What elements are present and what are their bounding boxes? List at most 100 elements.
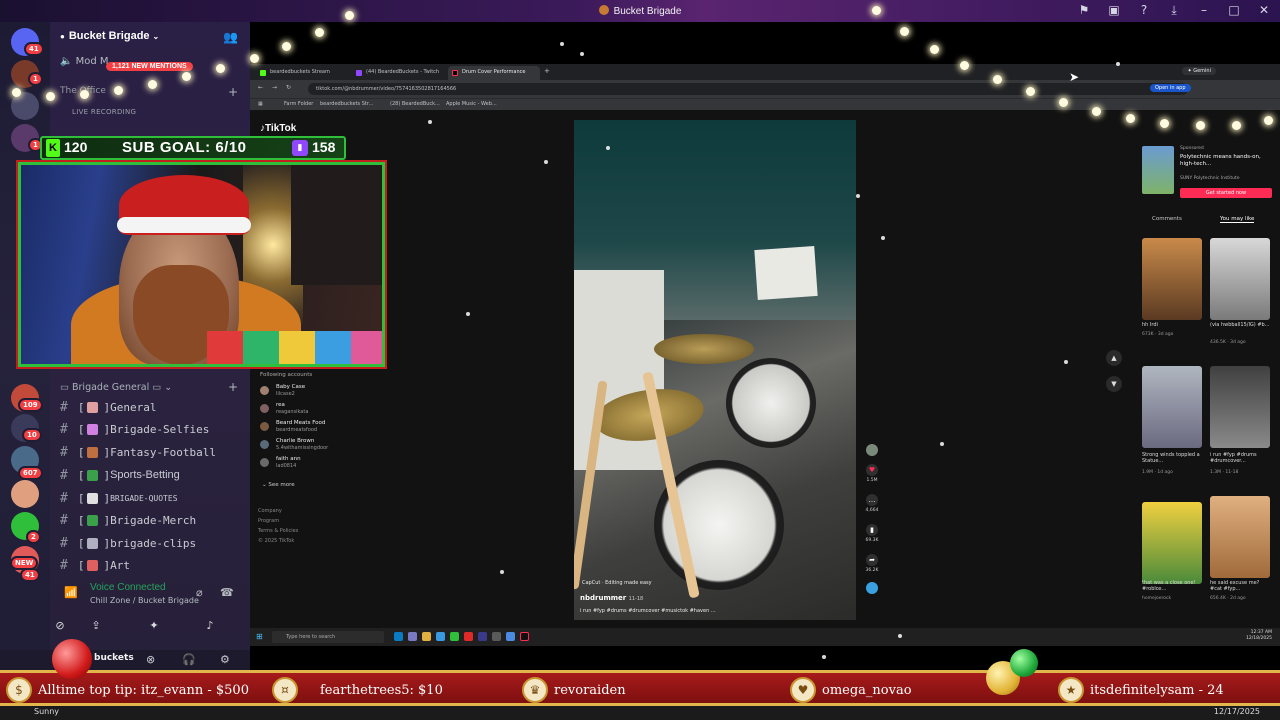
bookmark-button[interactable]: ▮ 69.3K [862, 524, 882, 543]
suggested-video[interactable] [1210, 238, 1270, 320]
footer-link[interactable]: Terms & Policies [258, 528, 298, 534]
tab-you-may-like[interactable]: You may like [1220, 216, 1255, 223]
taskbar-clock[interactable]: 12:37 AM 12/18/2025 [1246, 630, 1272, 642]
download-icon[interactable]: ⤓ [1166, 3, 1182, 18]
chevron-down-icon[interactable]: ▼ [1106, 376, 1122, 392]
video-player[interactable]: CapCut · Editing made easy nbdrummer 11-… [574, 120, 856, 620]
tab-comments[interactable]: Comments [1152, 216, 1182, 222]
gemini-button[interactable]: ✦ Gemini [1182, 67, 1216, 75]
suggested-video[interactable] [1210, 366, 1270, 448]
camera-off-icon[interactable]: ⊘ [42, 614, 78, 636]
mouse-cursor-icon: ➤ [1069, 70, 1080, 84]
app-icon[interactable] [492, 632, 501, 641]
chrome-icon[interactable] [506, 632, 515, 641]
new-tab-button[interactable]: + [544, 67, 550, 75]
channel-label: Brigade-Merch [110, 513, 197, 527]
maximize-button[interactable]: □ [1226, 3, 1242, 18]
url-field[interactable]: tiktok.com/@nbdrummer/video/757416350281… [308, 83, 1188, 95]
app-icon[interactable] [450, 632, 459, 641]
reload-icon[interactable]: ↻ [286, 84, 291, 91]
screen-share-icon[interactable]: ⇪ [78, 614, 114, 636]
screen-share-icon[interactable]: ▣ [1106, 3, 1122, 18]
forward-icon[interactable]: → [272, 84, 277, 91]
add-channel-icon[interactable]: + [228, 85, 238, 99]
windows-start-icon[interactable]: ⊞ [256, 632, 265, 641]
footer-link[interactable]: Program [258, 518, 279, 524]
close-button[interactable]: ✕ [1256, 3, 1272, 18]
youtube-icon[interactable] [464, 632, 473, 641]
bookmark[interactable]: (28) BeardedBuck... [390, 101, 440, 107]
footer-link[interactable]: Company [258, 508, 282, 514]
share-button[interactable]: ➦ 36.2K [862, 554, 882, 573]
inbox-icon[interactable]: ⚑ [1076, 3, 1092, 18]
back-icon[interactable]: ← [258, 84, 263, 91]
video-author[interactable]: nbdrummer 11-18 [580, 594, 643, 602]
suggested-video[interactable] [1142, 238, 1202, 320]
hash-icon: # [60, 421, 68, 437]
server-name[interactable]: ● Bucket Brigade ⌄ [60, 30, 159, 42]
voice-status[interactable]: Voice Connected [90, 582, 166, 593]
mute-icon[interactable]: ⊗ [146, 653, 155, 666]
bookmark[interactable]: Farm Folder [284, 101, 313, 107]
music-disc[interactable] [862, 582, 882, 594]
channel-general[interactable]: #[] General [60, 397, 156, 417]
channel-fantasy-football[interactable]: #[] Fantasy-Football [60, 442, 216, 462]
app-icon[interactable] [408, 632, 417, 641]
tiktok-logo[interactable]: ♪TikTok [260, 123, 296, 134]
store-icon[interactable] [436, 632, 445, 641]
bookmark[interactable]: Apple Music - Web... [446, 101, 497, 107]
signal-icon[interactable]: 📶 [64, 586, 78, 599]
category-header[interactable]: ▭ Brigade General ▭ ⌄ [60, 382, 172, 393]
see-more-link[interactable]: ⌄ See more [262, 482, 295, 488]
address-bar-row: ← → ↻ tiktok.com/@nbdrummer/video/757416… [250, 80, 1280, 98]
os-date[interactable]: 12/17/2025 [1214, 707, 1260, 716]
weather-label[interactable]: Sunny [34, 707, 59, 716]
headphones-icon[interactable]: 🎧 [182, 653, 196, 666]
suggested-video[interactable] [1210, 496, 1270, 578]
gear-icon[interactable]: ⚙ [220, 653, 230, 666]
new-mentions-pill[interactable]: 1,121 NEW MENTIONS [106, 62, 193, 71]
add-channel-icon[interactable]: + [228, 380, 238, 394]
ad-cta-button[interactable]: Get started now [1180, 188, 1272, 198]
twitch-count: 158 [312, 139, 336, 155]
bookmark[interactable]: beardedbuckets Str... [320, 101, 373, 107]
channel-brigade-selfies[interactable]: #[] Brigade-Selfies [60, 419, 209, 439]
chevron-up-icon[interactable]: ▲ [1106, 350, 1122, 366]
server-icon[interactable] [11, 480, 39, 508]
light-bulb-icon [182, 72, 191, 81]
noise-suppression-icon[interactable]: ⌀ [196, 586, 203, 599]
app-icon[interactable] [478, 632, 487, 641]
suggested-video[interactable] [1142, 502, 1202, 584]
help-icon[interactable]: ? [1136, 3, 1152, 18]
creator-avatar[interactable] [862, 444, 882, 456]
channel-sports-betting[interactable]: #[] Sports-Betting [60, 465, 180, 485]
sponsored-card[interactable]: Sponsored Polytechnic means hands-on, hi… [1142, 140, 1272, 200]
capcut-label[interactable]: CapCut · Editing made easy [582, 580, 652, 586]
disconnect-icon[interactable]: ☎ [220, 586, 234, 599]
chevron-down-icon: ⌄ [152, 32, 160, 41]
open-in-app-button[interactable]: Open in app [1150, 84, 1191, 92]
comment-button[interactable]: … 4,664 [862, 494, 882, 513]
suggested-video[interactable] [1142, 366, 1202, 448]
folder-icon[interactable] [422, 632, 431, 641]
invite-people-icon[interactable]: 👥 [223, 30, 238, 44]
channel-brigade-quotes[interactable]: #[] BRIGADE-QUOTES [60, 488, 178, 508]
window-title-text: Bucket Brigade [613, 6, 682, 17]
channel-mod[interactable]: 🔈 Mod M [60, 56, 109, 67]
account-handle: reagansikata [276, 409, 309, 415]
tiktok-icon[interactable] [520, 632, 529, 641]
activities-icon[interactable]: ✦ [136, 614, 172, 636]
taskbar-search[interactable]: Type here to search [272, 631, 384, 643]
soundboard-icon[interactable]: ♪ [192, 614, 228, 636]
edge-icon[interactable] [394, 632, 403, 641]
browser-tab[interactable]: beardedbuckets Stream [256, 66, 348, 80]
channel-art[interactable]: #[] Art [60, 555, 130, 575]
browser-tab[interactable]: (44) BeardedBuckets - Twitch [352, 66, 444, 80]
like-button[interactable]: ♥ 1.5M [862, 464, 882, 483]
minimize-button[interactable]: – [1196, 3, 1212, 18]
channel-brigade-clips[interactable]: #[] brigade-clips [60, 533, 196, 553]
apps-icon[interactable]: ▦ [258, 101, 263, 107]
browser-tab-active[interactable]: Drum Cover Performance [448, 66, 540, 80]
server-badge: 109 [18, 398, 43, 412]
channel-brigade-merch[interactable]: #[] Brigade-Merch [60, 510, 196, 530]
